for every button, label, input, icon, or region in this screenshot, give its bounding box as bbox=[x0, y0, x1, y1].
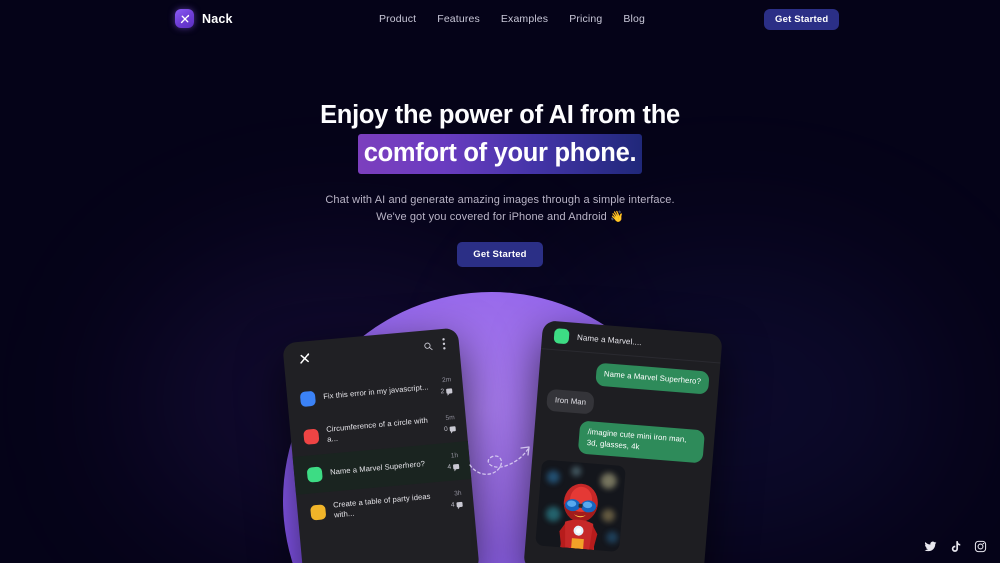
avatar bbox=[553, 327, 570, 344]
waving-hand-icon: 👋 bbox=[610, 211, 624, 223]
nav-link-blog[interactable]: Blog bbox=[623, 13, 645, 25]
phone-mockup-chat-list: Fix this error in my javascript... 2m 2 Cir… bbox=[282, 327, 480, 563]
chat-message-count: 4 bbox=[451, 501, 463, 509]
hero-subtitle-line1: Chat with AI and generate amazing images… bbox=[325, 194, 675, 206]
chat-avatar bbox=[303, 428, 320, 445]
chat-meta: 3h 4 bbox=[448, 490, 463, 509]
chat-timestamp: 2m bbox=[441, 376, 452, 385]
message-bubble-user: Name a Marvel Superhero? bbox=[595, 362, 710, 395]
dashed-curved-arrow-icon bbox=[468, 443, 534, 484]
message-list: Name a Marvel Superhero? Iron Man/imagine… bbox=[525, 349, 720, 559]
hero-subtitle-line2: We've got you covered for iPhone and And… bbox=[376, 211, 607, 223]
nav-links: Product Features Examples Pricing Blog bbox=[379, 13, 645, 25]
message-bubble-ai: Iron Man bbox=[546, 388, 595, 415]
hero-headline: Enjoy the power of AI from the comfort o… bbox=[0, 98, 1000, 174]
hero-get-started-button[interactable]: Get Started bbox=[457, 242, 543, 267]
nav-get-started-button[interactable]: Get Started bbox=[764, 9, 840, 30]
hero-section: Enjoy the power of AI from the comfort o… bbox=[0, 98, 1000, 267]
iron-man-figure bbox=[551, 477, 609, 552]
chat-meta: 1h 4 bbox=[444, 452, 460, 471]
brand-name: Nack bbox=[202, 11, 233, 26]
chat-title: Name a Marvel Superhero? bbox=[329, 459, 426, 477]
chat-title: Create a table of party ideas with... bbox=[332, 491, 431, 520]
chat-message-count-value: 2 bbox=[440, 388, 445, 396]
message-bubble-icon bbox=[449, 426, 456, 432]
chat-avatar bbox=[299, 390, 316, 407]
hero-subtitle: Chat with AI and generate amazing images… bbox=[0, 192, 1000, 226]
brand-logo[interactable]: Nack bbox=[175, 9, 233, 28]
nack-logo-icon bbox=[175, 9, 194, 28]
conversation-title: Name a Marvel.... bbox=[576, 332, 643, 347]
phone-left-actions bbox=[422, 337, 447, 357]
chat-message-count-value: 0 bbox=[443, 425, 449, 434]
nav-link-pricing[interactable]: Pricing bbox=[569, 13, 602, 25]
landing-page: Nack Product Features Examples Pricing B… bbox=[0, 0, 1000, 563]
top-navigation-bar: Nack Product Features Examples Pricing B… bbox=[0, 0, 1000, 37]
message-bubble-icon bbox=[456, 501, 463, 508]
phone-mockup-conversation: Name a Marvel.... Name a Marvel Superher… bbox=[523, 320, 723, 563]
tiktok-icon[interactable] bbox=[949, 540, 962, 553]
message-bubble-icon bbox=[446, 388, 453, 394]
generated-image-card[interactable] bbox=[535, 459, 626, 552]
nav-link-product[interactable]: Product bbox=[379, 13, 416, 25]
chat-message-count-value: 4 bbox=[450, 501, 455, 509]
nav-link-features[interactable]: Features bbox=[437, 13, 480, 25]
chat-message-count-value: 4 bbox=[447, 463, 452, 471]
message-bubble-icon bbox=[452, 463, 460, 470]
chat-message-count: 2 bbox=[440, 387, 453, 396]
twitter-icon[interactable] bbox=[924, 540, 937, 553]
social-links bbox=[924, 540, 987, 553]
instagram-icon[interactable] bbox=[974, 540, 987, 553]
nav-link-examples[interactable]: Examples bbox=[501, 13, 548, 25]
chat-message-count: 4 bbox=[447, 463, 460, 471]
search-icon[interactable] bbox=[422, 338, 434, 357]
chat-message-count: 0 bbox=[444, 425, 456, 433]
chat-avatar bbox=[310, 503, 327, 521]
chat-timestamp: 5m bbox=[445, 414, 456, 422]
hero-headline-highlight: comfort of your phone. bbox=[357, 134, 643, 174]
chat-timestamp: 1h bbox=[450, 452, 459, 460]
chat-meta: 5m 0 bbox=[441, 414, 456, 433]
chat-timestamp: 3h bbox=[453, 489, 462, 498]
more-vertical-icon[interactable] bbox=[441, 337, 447, 355]
chat-meta: 2m 2 bbox=[437, 376, 453, 396]
chat-title: Circumference of a circle with a... bbox=[325, 415, 429, 444]
message-bubble-user: /imagine cute mini iron man, 3d, glasses… bbox=[577, 420, 705, 464]
bokeh-light bbox=[605, 530, 619, 544]
chat-list: Fix this error in my javascript... 2m 2 Cir… bbox=[285, 361, 474, 532]
bokeh-light bbox=[570, 465, 582, 477]
nack-logo-icon bbox=[297, 351, 312, 366]
hero-headline-line1: Enjoy the power of AI from the bbox=[320, 101, 680, 129]
chat-title: Fix this error in my javascript... bbox=[322, 382, 429, 401]
chat-avatar bbox=[306, 465, 323, 483]
